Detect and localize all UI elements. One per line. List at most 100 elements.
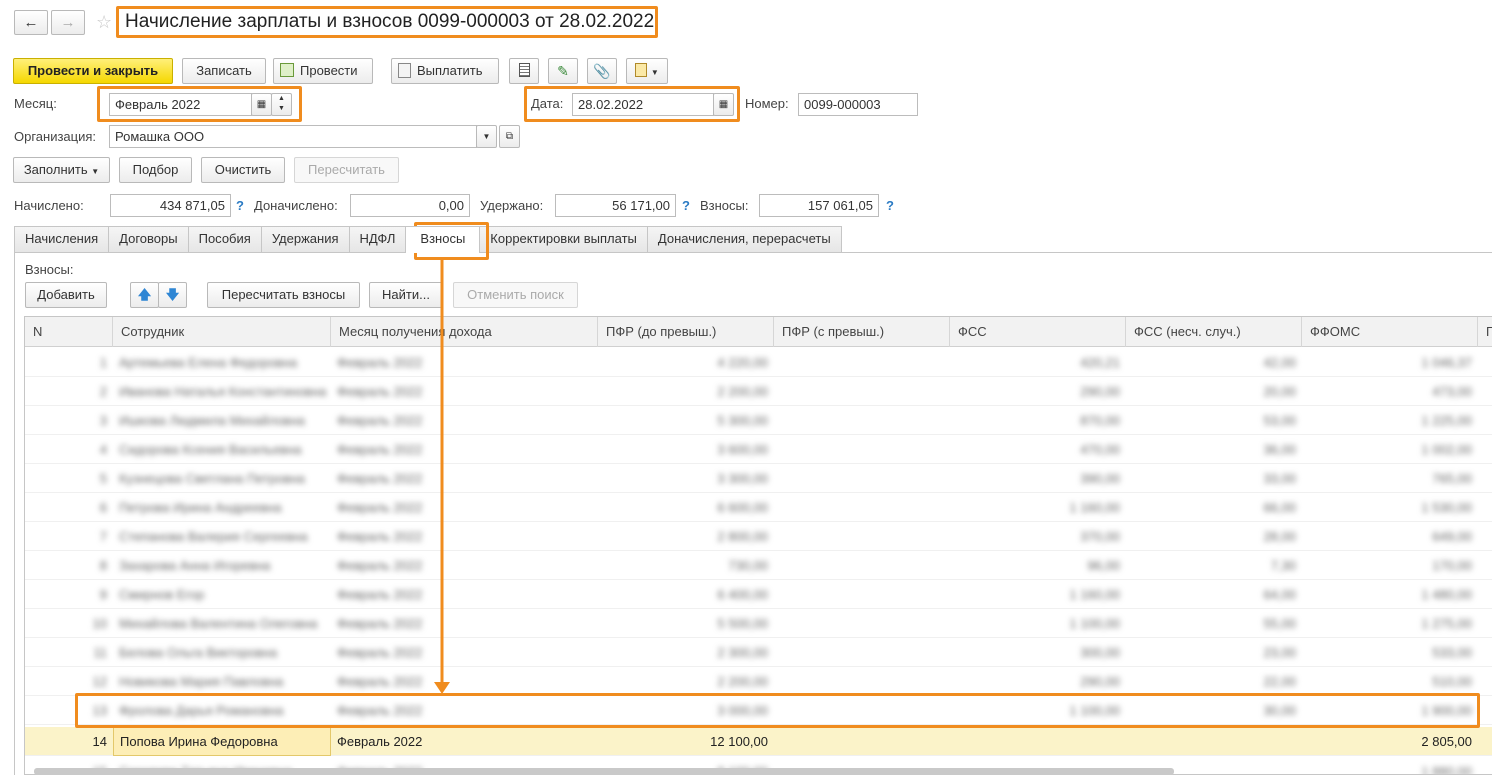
income-month-cell[interactable]: Февраль 2022 [331, 493, 598, 522]
fss-cell[interactable]: 1 100,00 [950, 696, 1126, 725]
income-month-cell[interactable]: Февраль 2022 [331, 406, 598, 435]
fill-button[interactable]: Заполнить ▼ [13, 157, 110, 183]
row-number[interactable]: 6 [25, 493, 113, 522]
income-month-cell[interactable]: Февраль 2022 [331, 638, 598, 667]
pfr-below-cell[interactable]: 5 500,00 [598, 609, 774, 638]
fss-cell[interactable]: 290,00 [950, 667, 1126, 696]
tab-payment-adjustments[interactable]: Корректировки выплаты [479, 226, 648, 252]
income-month-cell[interactable]: Февраль 2022 [331, 551, 598, 580]
tab-deductions[interactable]: Удержания [260, 226, 350, 252]
income-month-cell[interactable]: Февраль 2022 [331, 696, 598, 725]
fss-cell[interactable]: 870,00 [950, 406, 1126, 435]
fss-accident-cell[interactable]: 55,00 [1126, 609, 1302, 638]
ffoms-cell[interactable]: 510,00 [1302, 667, 1478, 696]
table-row[interactable]: 8 Захарова Анна Игоревна Февраль 2022 730,0… [25, 551, 1492, 580]
move-up-button[interactable]: 🡅 [130, 282, 159, 308]
fss-accident-cell[interactable]: 23,00 [1126, 638, 1302, 667]
table-row[interactable]: 2 Иванова Наталья Константиновна Февраль 2… [25, 377, 1492, 406]
table-row[interactable]: 6 Петрова Ирина Андреевна Февраль 2022 6 60… [25, 493, 1492, 522]
month-field[interactable]: Февраль 2022 [109, 93, 252, 116]
income-month-cell[interactable]: Февраль 2022 [331, 435, 598, 464]
accrued-help-icon[interactable]: ? [236, 198, 244, 213]
related-docs-button[interactable]: ▼ [626, 58, 668, 84]
select-button[interactable]: Подбор [119, 157, 192, 183]
fss-cell[interactable]: 470,00 [950, 435, 1126, 464]
pfr-below-cell[interactable]: 3 000,00 [598, 696, 774, 725]
save-button[interactable]: Записать [182, 58, 266, 84]
table-row[interactable]: 13 Фролова Дарья Романовна Февраль 2022 3 0… [25, 696, 1492, 725]
fss-cell[interactable]: 390,00 [950, 464, 1126, 493]
income-month-cell[interactable]: Февраль 2022 [331, 464, 598, 493]
column-header-fss[interactable]: ФСС [950, 317, 1126, 347]
ffoms-cell[interactable]: 1 530,00 [1302, 493, 1478, 522]
table-row[interactable]: 7 Степанова Валерия Сергеевна Февраль 2022… [25, 522, 1492, 551]
table-row[interactable]: 9 Смирнов Егор Февраль 2022 6 400,00 1 160,0… [25, 580, 1492, 609]
ffoms-cell[interactable]: 533,00 [1302, 638, 1478, 667]
employee-cell[interactable]: Кузнецова Светлана Петровна [113, 464, 331, 493]
table-row[interactable]: 12 Новикова Мария Павловна Февраль 2022 2 2… [25, 667, 1492, 696]
tab-benefits[interactable]: Пособия [187, 226, 262, 252]
number-field[interactable]: 0099-000003 [798, 93, 918, 116]
fss-accident-cell[interactable]: 20,00 [1126, 377, 1302, 406]
post-button[interactable]: Провести [273, 58, 373, 84]
clear-button[interactable]: Очистить [201, 157, 285, 183]
income-month-cell[interactable]: Февраль 2022 [331, 609, 598, 638]
add-button[interactable]: Добавить [25, 282, 107, 308]
income-month-cell[interactable]: Февраль 2022 [331, 522, 598, 551]
table-row[interactable]: 14 Попова Ирина Федоровна Февраль 2022 12 1… [25, 727, 1492, 756]
fss-cell[interactable]: 1 100,00 [950, 609, 1126, 638]
row-number[interactable]: 12 [25, 667, 113, 696]
month-calendar-button[interactable]: ▦ [251, 93, 272, 116]
ffoms-cell[interactable]: 649,00 [1302, 522, 1478, 551]
employee-cell[interactable]: Михайлова Валентина Олеговна [113, 609, 331, 638]
column-header-extra[interactable]: П [1478, 317, 1492, 347]
row-number[interactable]: 4 [25, 435, 113, 464]
fss-accident-cell[interactable]: 22,00 [1126, 667, 1302, 696]
back-button[interactable]: ← [14, 10, 48, 35]
income-month-cell[interactable]: Февраль 2022 [331, 727, 598, 756]
pfr-below-cell[interactable]: 5 300,00 [598, 406, 774, 435]
cancel-search-button[interactable]: Отменить поиск [453, 282, 578, 308]
table-row[interactable]: 11 Белова Ольга Викторовна Февраль 2022 2 3… [25, 638, 1492, 667]
ffoms-cell[interactable]: 170,00 [1302, 551, 1478, 580]
pfr-below-cell[interactable]: 12 100,00 [598, 727, 774, 756]
edit-button[interactable]: ✎ [548, 58, 578, 84]
pfr-below-cell[interactable]: 2 800,00 [598, 522, 774, 551]
fss-cell[interactable]: 290,00 [950, 377, 1126, 406]
tab-recalculations[interactable]: Доначисления, перерасчеты [646, 226, 842, 252]
employee-cell[interactable]: Ишкова Людмила Михайловна [113, 406, 331, 435]
pfr-below-cell[interactable]: 2 300,00 [598, 638, 774, 667]
ffoms-cell[interactable]: 1 480,00 [1302, 580, 1478, 609]
fss-accident-cell[interactable]: 30,00 [1126, 696, 1302, 725]
ffoms-cell[interactable]: 1 046,37 [1302, 348, 1478, 377]
pfr-below-cell[interactable]: 2 200,00 [598, 667, 774, 696]
organization-field[interactable]: Ромашка ООО [109, 125, 477, 148]
tab-ndfl[interactable]: НДФЛ [348, 226, 407, 252]
pfr-below-cell[interactable]: 3 600,00 [598, 435, 774, 464]
pfr-below-cell[interactable]: 730,00 [598, 551, 774, 580]
fss-accident-cell[interactable]: 53,00 [1126, 406, 1302, 435]
column-header-pfr-below[interactable]: ПФР (до превыш.) [598, 317, 774, 347]
fss-accident-cell[interactable]: 36,00 [1126, 435, 1302, 464]
recalculate-contributions-button[interactable]: Пересчитать взносы [207, 282, 360, 308]
table-row[interactable]: 1 Артемьева Елена Федоровна Февраль 2022 4 … [25, 348, 1492, 377]
row-number[interactable]: 3 [25, 406, 113, 435]
row-number[interactable]: 8 [25, 551, 113, 580]
table-row[interactable]: 4 Сидорова Ксения Васильевна Февраль 2022 3… [25, 435, 1492, 464]
fss-accident-cell[interactable]: 66,00 [1126, 493, 1302, 522]
organization-dropdown-button[interactable]: ▼ [476, 125, 497, 148]
employee-cell[interactable]: Иванова Наталья Константиновна [113, 377, 331, 406]
fss-cell[interactable]: 1 160,00 [950, 493, 1126, 522]
pfr-below-cell[interactable]: 2 200,00 [598, 377, 774, 406]
pfr-below-cell[interactable]: 6 600,00 [598, 493, 774, 522]
row-number[interactable]: 9 [25, 580, 113, 609]
table-row[interactable]: 3 Ишкова Людмила Михайловна Февраль 2022 5 … [25, 406, 1492, 435]
attach-button[interactable]: 📎 [587, 58, 617, 84]
employee-cell[interactable]: Степанова Валерия Сергеевна [113, 522, 331, 551]
month-stepper[interactable]: ▲ ▼ [271, 93, 292, 116]
employee-cell[interactable]: Попова Ирина Федоровна [113, 727, 331, 756]
ffoms-cell[interactable]: 1 225,00 [1302, 406, 1478, 435]
ffoms-cell[interactable]: 1 880,00 [1302, 757, 1478, 774]
move-down-button[interactable]: 🡇 [158, 282, 187, 308]
row-number[interactable]: 2 [25, 377, 113, 406]
